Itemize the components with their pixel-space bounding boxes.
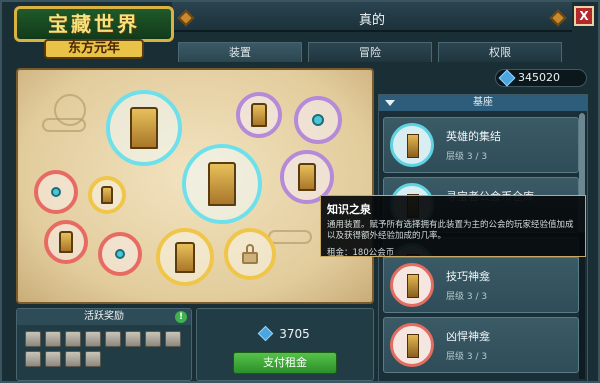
slot-red-2[interactable] <box>44 220 88 264</box>
shrine-icon <box>58 230 74 254</box>
gear-icon <box>50 186 62 198</box>
device-icon <box>390 323 434 367</box>
slot-central-tower[interactable] <box>182 144 262 224</box>
list-header-label: 基座 <box>473 97 493 108</box>
reward-badge-icon[interactable] <box>45 331 61 347</box>
tooltip-rent: 租金：180公会币 <box>327 246 579 258</box>
reward-badge-icon[interactable] <box>65 351 81 367</box>
rent-amount-row: 3705 <box>197 325 373 342</box>
item-name: 英雄的集结 <box>446 130 501 143</box>
item-level: 层级 3 / 3 <box>446 292 488 302</box>
logo-subtitle: 东方元年 <box>44 39 144 59</box>
pay-rent-button[interactable]: 支付租金 <box>233 352 337 374</box>
reward-badge-icon[interactable] <box>85 331 101 347</box>
rent-panel: 3705 支付租金 <box>196 308 374 381</box>
item-level: 层级 3 / 3 <box>446 352 488 362</box>
cloud-sketch-icon <box>268 230 312 244</box>
currency-display: 345020 <box>495 69 587 87</box>
slot-purple-tower[interactable] <box>236 92 282 138</box>
tooltip-rent-label: 租金： <box>327 248 353 258</box>
slot-red-3[interactable] <box>98 232 142 276</box>
gear-icon <box>114 248 126 260</box>
reward-badge-icon[interactable] <box>25 351 41 367</box>
slot-hero-rally[interactable] <box>106 90 182 166</box>
close-button[interactable]: X <box>574 6 594 26</box>
tooltip: 知识之泉 通用装置。赋予所有选择拥有此装置为主的公会的玩家经验值加成以及获得额外… <box>320 195 586 258</box>
slot-yellow-chalice[interactable] <box>88 176 126 214</box>
tower-icon <box>130 106 158 150</box>
reward-badge-icon[interactable] <box>165 331 181 347</box>
slot-purple-crystal[interactable] <box>294 96 342 144</box>
slot-red-1[interactable] <box>34 170 78 214</box>
lock-icon <box>242 244 258 264</box>
item-name: 凶悍神龛 <box>446 330 490 343</box>
game-logo: 宝藏世界 东方元年 <box>14 6 174 60</box>
list-header[interactable]: 基座 <box>379 95 587 111</box>
reward-badges <box>25 331 185 367</box>
gem-icon <box>498 69 516 87</box>
slot-locked[interactable] <box>224 228 276 280</box>
collapse-arrow-icon[interactable] <box>385 100 395 106</box>
list-item[interactable]: 凶悍神龛 层级 3 / 3 <box>383 317 579 373</box>
window-title: 真的 <box>358 13 385 28</box>
item-level: 层级 3 / 3 <box>446 152 488 162</box>
tower-icon <box>175 241 195 273</box>
reward-badge-icon[interactable] <box>45 351 61 367</box>
tab-adventure[interactable]: 冒险 <box>308 42 432 62</box>
info-icon[interactable]: ! <box>175 311 187 323</box>
title-bar: 真的 <box>172 2 572 32</box>
list-item[interactable]: 技巧神龛 层级 3 / 3 <box>383 257 579 313</box>
reward-badge-icon[interactable] <box>85 351 101 367</box>
reward-badge-icon[interactable] <box>105 331 121 347</box>
device-icon <box>390 123 434 167</box>
tooltip-title: 知识之泉 <box>327 203 371 216</box>
tab-equipment[interactable]: 装置 <box>178 42 302 62</box>
reward-badge-icon[interactable] <box>25 331 41 347</box>
currency-amount: 345020 <box>518 71 560 84</box>
item-name: 技巧神龛 <box>446 270 490 283</box>
tooltip-description: 通用装置。赋予所有选择拥有此装置为主的公会的玩家经验值加成以及获得额外经验加成的… <box>327 220 574 241</box>
chalice-icon <box>101 185 113 205</box>
game-window: 真的 X 宝藏世界 东方元年 装置 冒险 权限 345020 基座 英雄的集结 … <box>0 0 600 383</box>
crystal-icon <box>312 114 324 126</box>
tooltip-rent-value: 180公会币 <box>352 248 395 258</box>
rent-amount: 3705 <box>279 327 310 341</box>
gem-icon <box>257 325 274 342</box>
reward-badge-icon[interactable] <box>65 331 81 347</box>
fountain-icon <box>297 162 317 192</box>
tab-permissions[interactable]: 权限 <box>438 42 562 62</box>
activity-reward-panel: 活跃奖励 ! <box>16 308 192 381</box>
activity-reward-title: 活跃奖励 <box>17 309 191 325</box>
reward-badge-icon[interactable] <box>125 331 141 347</box>
tower-icon <box>251 103 267 127</box>
tower-icon <box>207 161 237 207</box>
slot-yellow-tower[interactable] <box>156 228 214 286</box>
guild-map <box>16 68 374 304</box>
list-item[interactable]: 英雄的集结 层级 3 / 3 <box>383 117 579 173</box>
device-icon <box>390 263 434 307</box>
reward-badge-icon[interactable] <box>145 331 161 347</box>
cloud-sketch-icon <box>42 118 86 132</box>
logo-title: 宝藏世界 <box>14 6 174 42</box>
